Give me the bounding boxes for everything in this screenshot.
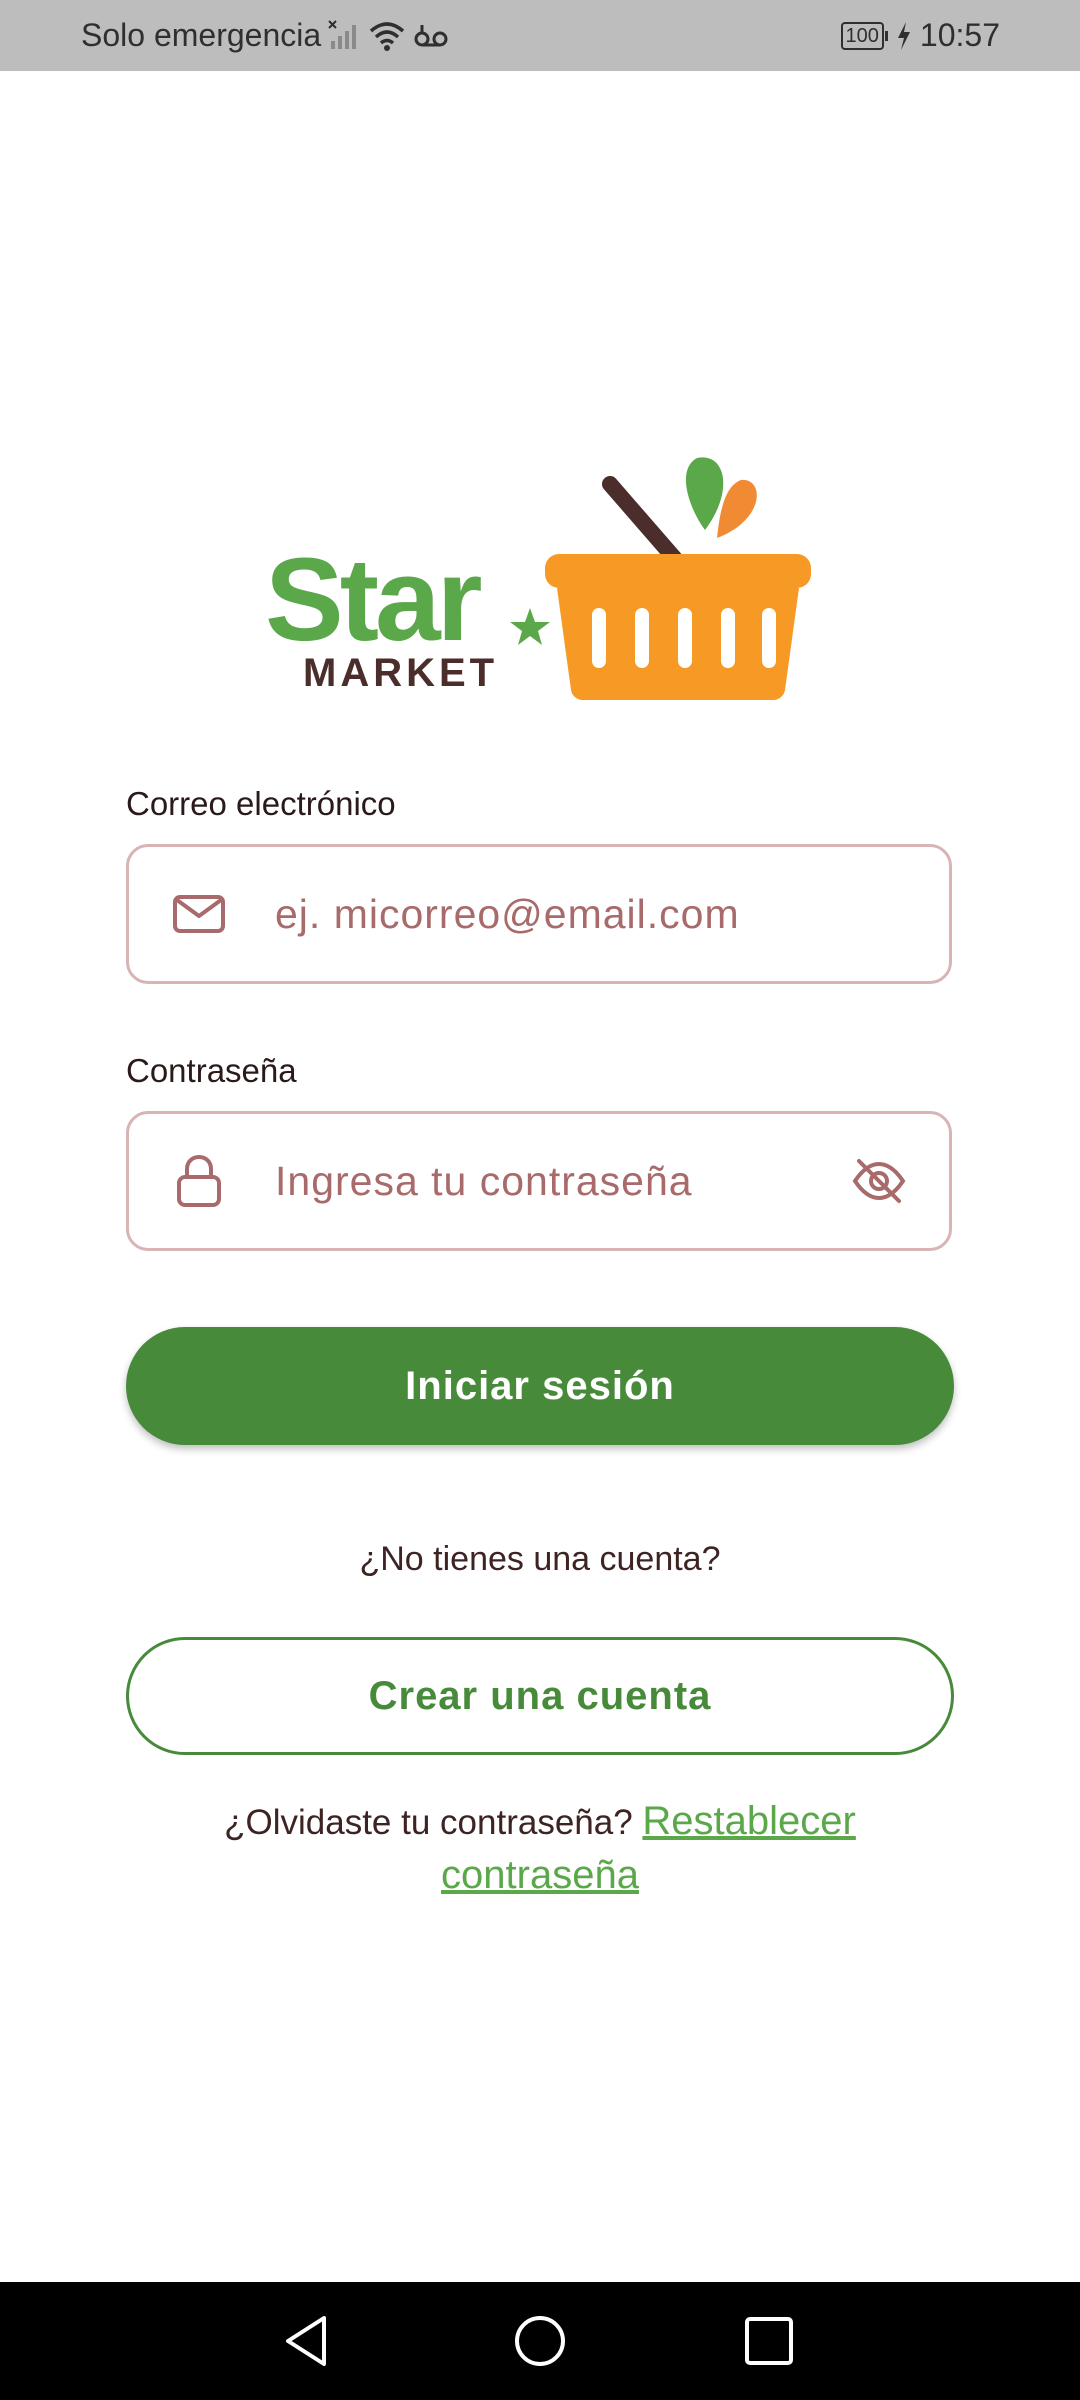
lock-icon [171, 1153, 227, 1209]
forgot-password-line: ¿Olvidaste tu contraseña? Restablecer co… [200, 1795, 880, 1903]
password-field-container[interactable] [126, 1111, 952, 1251]
email-label: Correo electrónico [126, 785, 396, 822]
logo-star-text: Star [265, 534, 482, 666]
create-account-button[interactable]: Crear una cuenta [126, 1637, 954, 1755]
back-triangle-icon[interactable] [274, 2306, 344, 2376]
mail-icon [171, 886, 227, 942]
recent-square-icon[interactable] [734, 2306, 804, 2376]
email-input[interactable] [273, 847, 839, 981]
system-nav-bar [0, 2282, 1080, 2400]
status-bar: Solo emergencia 100 10:57 [0, 0, 1080, 71]
status-right: 100 10:57 [840, 0, 1000, 71]
clock-time: 10:57 [919, 17, 1000, 53]
charging-icon [896, 21, 912, 51]
login-button[interactable]: Iniciar sesión [126, 1327, 954, 1445]
eye-off-icon[interactable] [851, 1153, 907, 1209]
carrier-text: Solo emergencia [81, 17, 322, 53]
wifi-icon [367, 19, 407, 53]
home-circle-icon[interactable] [505, 2306, 575, 2376]
logo-market-text: MARKET [303, 651, 498, 695]
email-field-container[interactable] [126, 844, 952, 984]
password-input[interactable] [273, 1114, 839, 1248]
login-screen: Solo emergencia 100 10:57 Star MARKET Co… [0, 0, 1080, 2400]
forgot-password-text: ¿Olvidaste tu contraseña? [224, 1803, 633, 1842]
no-account-text: ¿No tienes una cuenta? [359, 1540, 721, 1578]
battery-icon: 100 [840, 21, 888, 50]
battery-level: 100 [840, 21, 884, 50]
status-left: Solo emergencia [81, 0, 449, 71]
voicemail-icon [413, 19, 449, 53]
star-market-logo: Star MARKET [265, 450, 825, 700]
signal-icon [327, 19, 361, 53]
password-label: Contraseña [126, 1052, 297, 1089]
